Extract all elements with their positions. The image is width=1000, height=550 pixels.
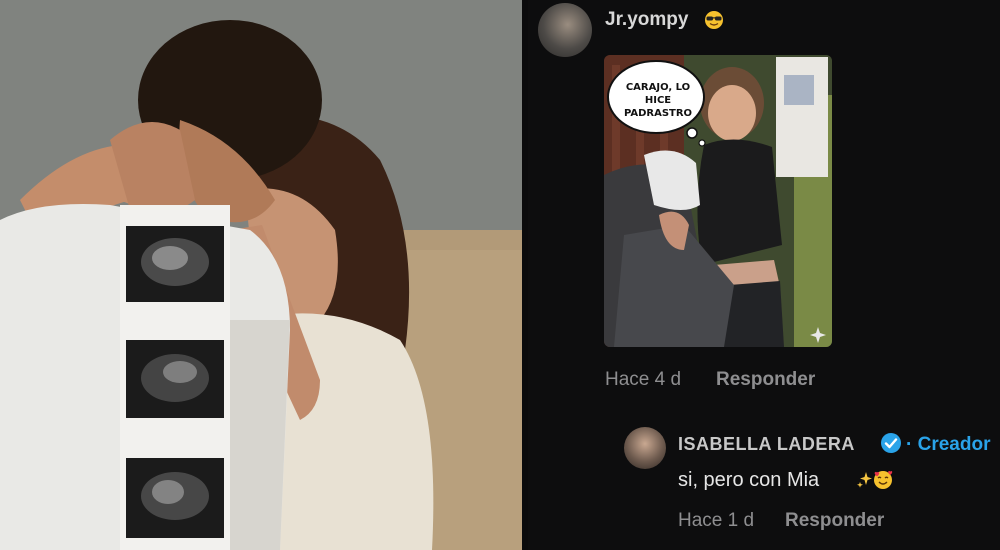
comment-username[interactable]: Jr.yompy (605, 9, 688, 31)
avatar[interactable] (538, 3, 592, 57)
comment-text: si, pero con Mia (678, 469, 820, 491)
creator-badge: · Creador (906, 434, 991, 455)
reply-button[interactable]: Responder (716, 369, 815, 391)
reply-button[interactable]: Responder (785, 510, 884, 532)
smiling-face-with-hearts-icon (874, 471, 893, 489)
comment-timestamp: Hace 4 d (605, 369, 682, 390)
meme-caption: CARAJO, LO HICE PADRASTRO (623, 82, 693, 119)
couple-photo (0, 0, 522, 550)
avatar[interactable] (624, 427, 666, 469)
sparkles-icon (857, 472, 872, 488)
sunglasses-face-icon (705, 11, 723, 29)
verified-check-icon (881, 433, 901, 453)
comment-username[interactable]: ISABELLA LADERA (678, 434, 855, 455)
comments-panel: Jr.yompy CARAJO, LO HICE PADRASTRO Hace … (528, 0, 1000, 550)
comment-image[interactable]: CARAJO, LO HICE PADRASTRO (604, 55, 832, 347)
comment-timestamp: Hace 1 d (678, 510, 755, 531)
